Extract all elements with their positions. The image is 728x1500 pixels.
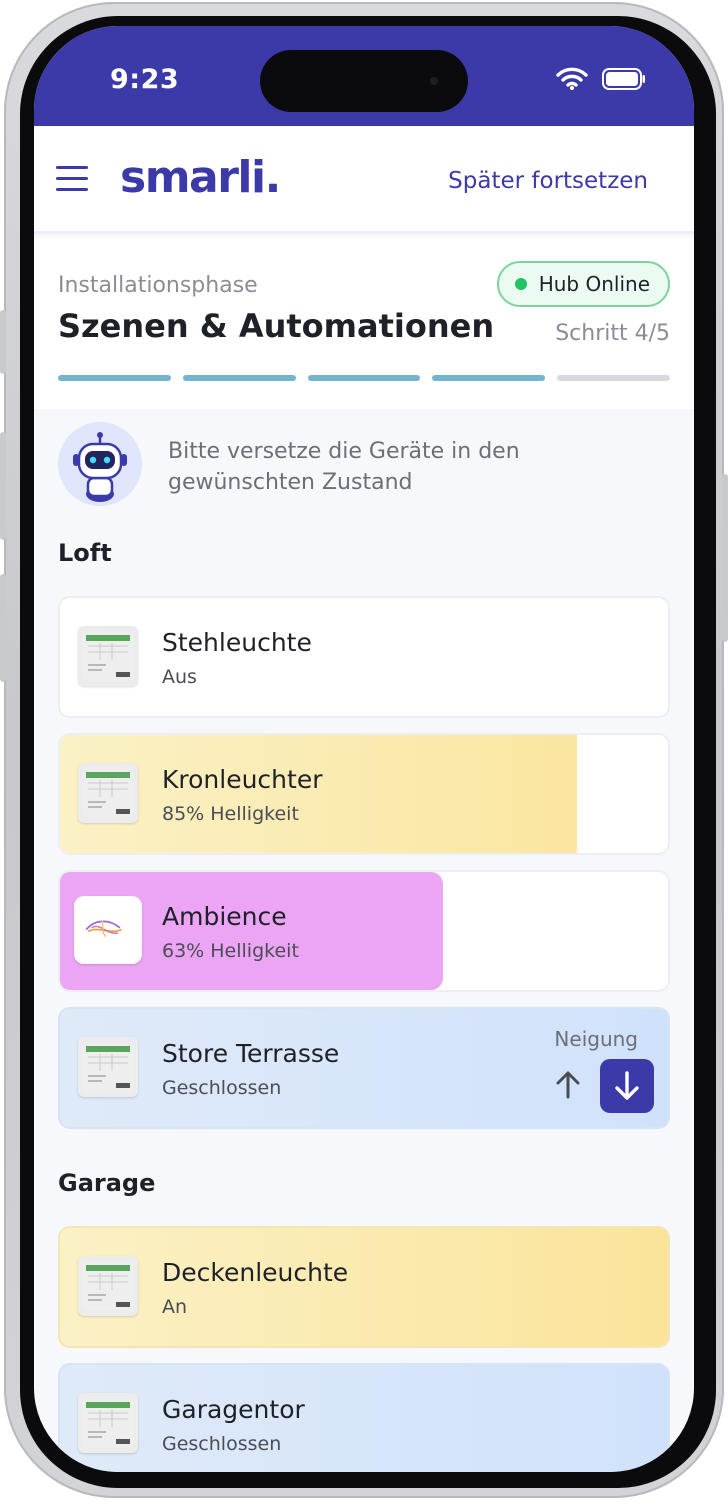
online-dot-icon xyxy=(514,278,527,290)
device-name: Stehleuchte xyxy=(162,628,312,657)
device-module-icon xyxy=(78,1393,138,1453)
battery-icon xyxy=(602,68,646,90)
arrow-up-icon[interactable] xyxy=(550,1067,586,1103)
progress-segment xyxy=(557,375,670,381)
progress-segment xyxy=(58,375,171,381)
device-module-icon xyxy=(78,763,138,823)
page-title: Szenen & Automationen xyxy=(58,307,495,345)
device-module-icon xyxy=(78,626,138,686)
section-title-loft: Loft xyxy=(58,539,112,567)
app-header: smarli. Später fortsetzen xyxy=(34,126,694,234)
device-name: Garagentor xyxy=(162,1395,305,1424)
device-state: 85% Helligkeit xyxy=(162,803,299,825)
device-state: An xyxy=(162,1296,188,1318)
hub-status-badge: Hub Online xyxy=(496,261,670,307)
section-title-garage: Garage xyxy=(58,1169,156,1197)
status-bar: 9:23 xyxy=(34,26,694,126)
progress-segment xyxy=(307,375,421,381)
volume-up-button xyxy=(0,432,6,540)
screen: 9:23 smarli. Später fortsetzen Installat… xyxy=(34,26,694,1472)
device-name: Ambience xyxy=(162,902,287,931)
device-name: Kronleuchter xyxy=(162,765,323,794)
device-card-garagentor[interactable]: Garagentor Geschlossen xyxy=(58,1363,670,1472)
dynamic-island xyxy=(260,50,468,112)
device-card-ambience[interactable]: Ambience 63% Helligkeit xyxy=(58,870,670,992)
progress-bar xyxy=(58,375,670,381)
device-state: 63% Helligkeit xyxy=(162,940,299,962)
hub-status-text: Hub Online xyxy=(538,272,650,296)
progress-segment xyxy=(182,375,296,381)
wifi-icon xyxy=(556,66,588,90)
phase-label: Installationsphase xyxy=(58,273,258,298)
device-state: Geschlossen xyxy=(162,1077,282,1099)
tilt-label: Neigung xyxy=(554,1027,638,1051)
device-card-store-terrasse[interactable]: Store Terrasse Geschlossen Neigung xyxy=(58,1007,670,1129)
smarli-logo: smarli. xyxy=(120,152,281,203)
progress-segment xyxy=(432,375,546,381)
device-module-icon xyxy=(78,1256,138,1316)
robot-icon xyxy=(58,422,142,506)
hamburger-menu-icon[interactable] xyxy=(56,166,88,192)
silent-switch xyxy=(0,310,6,374)
step-indicator: Schritt 4/5 xyxy=(555,321,670,346)
arrow-down-icon[interactable] xyxy=(600,1059,654,1113)
continue-later-link[interactable]: Später fortsetzen xyxy=(448,168,648,194)
device-module-icon xyxy=(78,1037,138,1097)
status-time: 9:23 xyxy=(110,64,180,95)
power-button xyxy=(722,474,728,642)
installation-phase-card: Installationsphase Szenen & Automationen… xyxy=(34,237,694,409)
ambience-light-icon xyxy=(74,896,142,964)
device-card-deckenleuchte[interactable]: Deckenleuchte An xyxy=(58,1226,670,1348)
volume-down-button xyxy=(0,574,6,682)
device-name: Deckenleuchte xyxy=(162,1258,349,1287)
device-state: Aus xyxy=(162,666,197,688)
device-state: Geschlossen xyxy=(162,1433,282,1455)
instruction-text: Bitte versetze die Geräte in den gewünsc… xyxy=(168,439,520,495)
device-name: Store Terrasse xyxy=(162,1039,340,1068)
device-card-stehleuchte[interactable]: Stehleuchte Aus xyxy=(58,596,670,718)
device-card-kronleuchter[interactable]: Kronleuchter 85% Helligkeit xyxy=(58,733,670,855)
